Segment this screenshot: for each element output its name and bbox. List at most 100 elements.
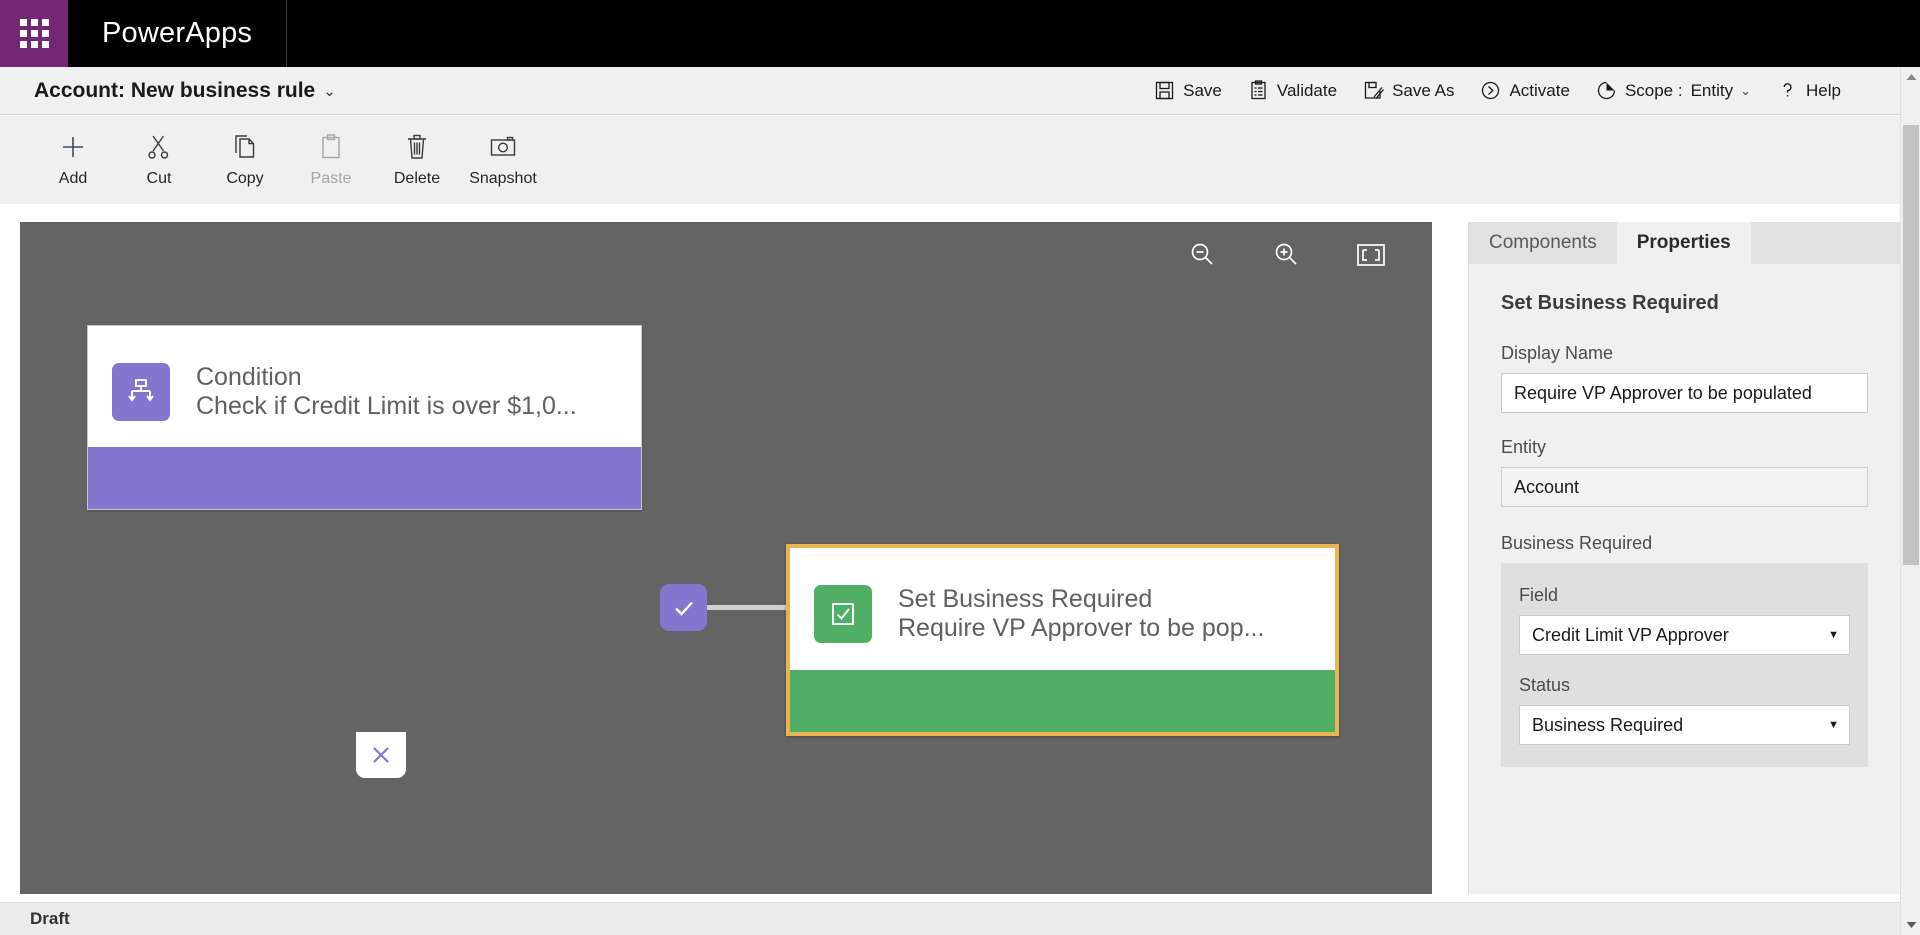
false-branch-connector[interactable] bbox=[356, 732, 406, 778]
cut-button[interactable]: Cut bbox=[116, 125, 202, 195]
condition-node-body bbox=[88, 447, 641, 509]
copy-icon bbox=[232, 133, 258, 161]
clipboard-icon bbox=[318, 133, 344, 161]
canvas-zoom-controls bbox=[1188, 240, 1386, 273]
checkbox-icon bbox=[814, 585, 872, 643]
save-as-icon bbox=[1363, 80, 1385, 101]
scope-button[interactable]: Scope : Entity ⌄ bbox=[1583, 74, 1764, 107]
zoom-in-button[interactable] bbox=[1272, 240, 1302, 273]
app-launcher-button[interactable] bbox=[0, 0, 68, 67]
status-select-wrap: Business Required ▼ bbox=[1519, 705, 1850, 745]
business-required-group: Field Credit Limit VP Approver ▼ Status … bbox=[1501, 563, 1868, 767]
true-branch-connector[interactable] bbox=[660, 584, 707, 631]
fit-to-screen-icon bbox=[1356, 244, 1386, 271]
camera-icon bbox=[489, 133, 517, 161]
display-name-input[interactable] bbox=[1501, 373, 1868, 413]
powerapps-business-rule-designer: PowerApps Account: New business rule ⌄ S… bbox=[0, 0, 1920, 935]
scope-value: Entity bbox=[1690, 80, 1734, 100]
properties-heading: Set Business Required bbox=[1501, 292, 1719, 314]
scroll-down-button[interactable] bbox=[1901, 915, 1920, 935]
field-label: Field bbox=[1519, 585, 1559, 605]
action-node-description: Require VP Approver to be pop... bbox=[898, 614, 1265, 642]
chevron-up-icon bbox=[1906, 74, 1916, 80]
delete-label: Delete bbox=[393, 170, 441, 187]
condition-node-description: Check if Credit Limit is over $1,0... bbox=[196, 392, 577, 420]
zoom-out-icon bbox=[1188, 243, 1218, 273]
save-as-label: Save As bbox=[1392, 80, 1455, 100]
document-title[interactable]: Account: New business rule ⌄ bbox=[0, 79, 336, 103]
action-node-header: Set Business Required Require VP Approve… bbox=[790, 548, 1335, 656]
chevron-down-icon bbox=[1906, 922, 1916, 928]
field-select-wrap: Credit Limit VP Approver ▼ bbox=[1519, 615, 1850, 655]
properties-pane: Components Properties Set Business Requi… bbox=[1468, 222, 1900, 894]
properties-pane-body: Set Business Required Display Name Entit… bbox=[1469, 264, 1900, 767]
validate-label: Validate bbox=[1276, 80, 1338, 100]
suite-bar: PowerApps bbox=[0, 0, 1920, 67]
trash-icon bbox=[404, 133, 430, 161]
tab-properties[interactable]: Properties bbox=[1616, 222, 1751, 264]
pane-tabstrip: Components Properties bbox=[1469, 222, 1900, 264]
action-node-type: Set Business Required bbox=[898, 584, 1153, 613]
vertical-scrollbar[interactable] bbox=[1900, 67, 1920, 935]
help-button[interactable]: Help bbox=[1764, 74, 1854, 107]
rule-designer-canvas[interactable]: Condition Check if Credit Limit is over … bbox=[20, 222, 1432, 894]
add-button[interactable]: Add bbox=[30, 125, 116, 195]
save-label: Save bbox=[1183, 80, 1222, 100]
snapshot-button[interactable]: Snapshot bbox=[460, 125, 546, 195]
page-title: Account: New business rule bbox=[34, 78, 316, 102]
validate-button[interactable]: Validate bbox=[1235, 74, 1350, 107]
status-badge: Draft bbox=[30, 909, 70, 928]
plus-icon bbox=[59, 133, 87, 161]
condition-node[interactable]: Condition Check if Credit Limit is over … bbox=[87, 325, 642, 510]
entity-label: Entity bbox=[1501, 437, 1547, 457]
help-label: Help bbox=[1806, 80, 1841, 100]
status-select[interactable]: Business Required bbox=[1519, 705, 1850, 745]
status-label: Status bbox=[1519, 675, 1571, 695]
scrollbar-thumb[interactable] bbox=[1903, 125, 1919, 565]
field-select[interactable]: Credit Limit VP Approver bbox=[1519, 615, 1850, 655]
scroll-up-button[interactable] bbox=[1901, 67, 1920, 87]
display-name-label: Display Name bbox=[1501, 343, 1614, 363]
copy-button[interactable]: Copy bbox=[202, 125, 288, 195]
delete-button[interactable]: Delete bbox=[374, 125, 460, 195]
save-button[interactable]: Save bbox=[1141, 74, 1235, 107]
scope-clock-icon bbox=[1596, 80, 1617, 101]
condition-node-type: Condition bbox=[196, 362, 302, 391]
waffle-icon bbox=[19, 19, 49, 48]
connector-line bbox=[707, 605, 787, 610]
activate-button[interactable]: Activate bbox=[1467, 74, 1582, 107]
snapshot-label: Snapshot bbox=[469, 170, 537, 187]
set-business-required-node[interactable]: Set Business Required Require VP Approve… bbox=[786, 544, 1339, 736]
close-icon bbox=[373, 747, 389, 763]
activate-label: Activate bbox=[1509, 80, 1570, 100]
brand-powerapps[interactable]: PowerApps bbox=[68, 0, 288, 67]
cut-label: Cut bbox=[146, 170, 172, 187]
condition-node-header: Condition Check if Credit Limit is over … bbox=[88, 326, 641, 434]
tab-components[interactable]: Components bbox=[1469, 222, 1617, 264]
business-required-group-label: Business Required bbox=[1501, 533, 1653, 553]
zoom-in-icon bbox=[1272, 243, 1302, 273]
activate-icon bbox=[1480, 80, 1501, 101]
tabstrip-filler bbox=[1750, 222, 1900, 264]
condition-node-text: Condition Check if Credit Limit is over … bbox=[196, 363, 577, 422]
branch-condition-icon bbox=[112, 363, 170, 421]
validate-icon bbox=[1248, 80, 1269, 101]
check-icon bbox=[674, 601, 693, 616]
add-label: Add bbox=[58, 170, 88, 187]
entity-input bbox=[1501, 467, 1868, 507]
paste-button[interactable]: Paste bbox=[288, 125, 374, 195]
scissors-icon bbox=[146, 133, 172, 161]
fit-to-screen-button[interactable] bbox=[1356, 242, 1386, 271]
scope-value-group: Entity ⌄ bbox=[1691, 81, 1751, 101]
save-as-button[interactable]: Save As bbox=[1350, 74, 1467, 107]
action-node-body bbox=[790, 670, 1335, 732]
paste-label: Paste bbox=[310, 170, 352, 187]
status-bar: Draft bbox=[0, 902, 1900, 935]
zoom-out-button[interactable] bbox=[1188, 240, 1218, 273]
chevron-down-icon: ⌄ bbox=[1740, 82, 1752, 98]
tool-ribbon: Add Cut Copy Paste Delete Snapshot bbox=[0, 116, 1900, 204]
action-node-text: Set Business Required Require VP Approve… bbox=[898, 585, 1264, 644]
command-bar: Account: New business rule ⌄ Save Valida… bbox=[0, 67, 1900, 115]
